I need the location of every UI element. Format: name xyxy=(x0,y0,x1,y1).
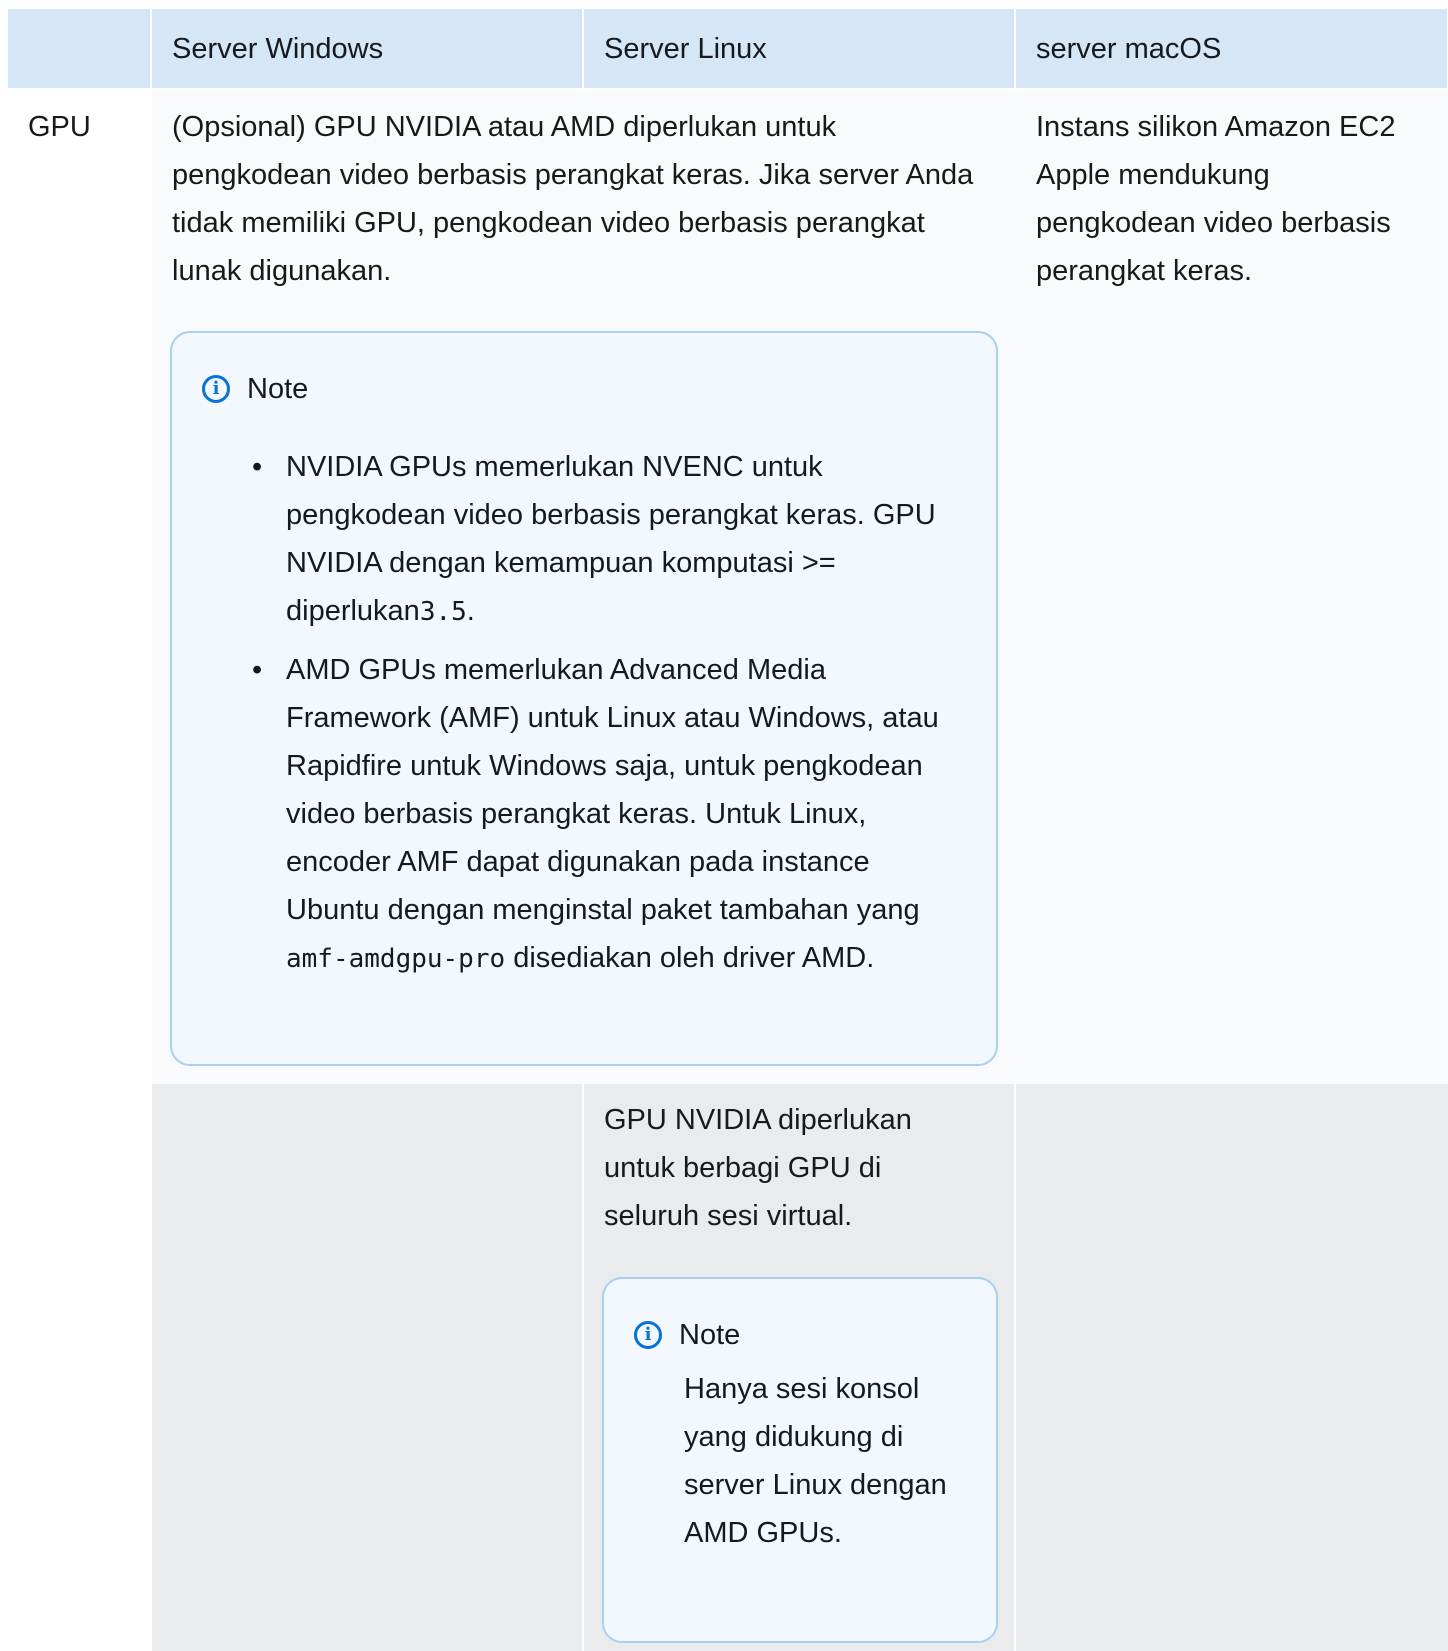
gpu-sharing-linux-text: GPU NVIDIA diperlukan untuk berbagi GPU … xyxy=(604,1104,912,1232)
list-item: AMD GPUs memerlukan Advanced Media Frame… xyxy=(252,646,942,983)
header-macos-label: server macOS xyxy=(1036,33,1222,65)
gpu-windows-linux-text: (Opsional) GPU NVIDIA atau AMD diperluka… xyxy=(172,111,974,287)
code-snippet: amf-amdgpu-pro xyxy=(286,944,506,974)
header-cell-macos: server macOS xyxy=(1016,9,1447,88)
note-body: Hanya sesi konsol yang didukung di serve… xyxy=(684,1373,947,1549)
info-icon: i xyxy=(634,1321,662,1349)
header-cell-windows: Server Windows xyxy=(152,9,582,88)
note-callout: i Note NVIDIA GPUs memerlukan NVENC untu… xyxy=(170,331,998,1066)
header-windows-label: Server Windows xyxy=(172,33,384,65)
note-title: Note xyxy=(247,373,309,405)
list-item: NVIDIA GPUs memerlukan NVENC untuk pengk… xyxy=(252,443,942,636)
code-snippet: 3.5 xyxy=(419,597,467,627)
column-divider xyxy=(1014,1084,1016,1651)
note-header: i Note xyxy=(634,1311,740,1359)
header-cell-linux: Server Linux xyxy=(584,9,1014,88)
info-icon: i xyxy=(202,375,230,403)
note-title: Note xyxy=(679,1319,741,1351)
gpu-requirements-table: Server Windows Server Linux server macOS… xyxy=(0,0,1448,1651)
note-callout: i Note Hanya sesi konsol yang didukung d… xyxy=(602,1277,998,1643)
header-cell-empty xyxy=(8,9,150,88)
header-linux-label: Server Linux xyxy=(604,33,767,65)
gpu-macos-text: Instans silikon Amazon EC2 Apple menduku… xyxy=(1036,111,1396,287)
note-header: i Note xyxy=(202,365,308,413)
note-list: NVIDIA GPUs memerlukan NVENC untuk pengk… xyxy=(252,443,942,993)
column-divider xyxy=(582,1084,584,1651)
row-label-gpu: GPU xyxy=(28,111,91,143)
